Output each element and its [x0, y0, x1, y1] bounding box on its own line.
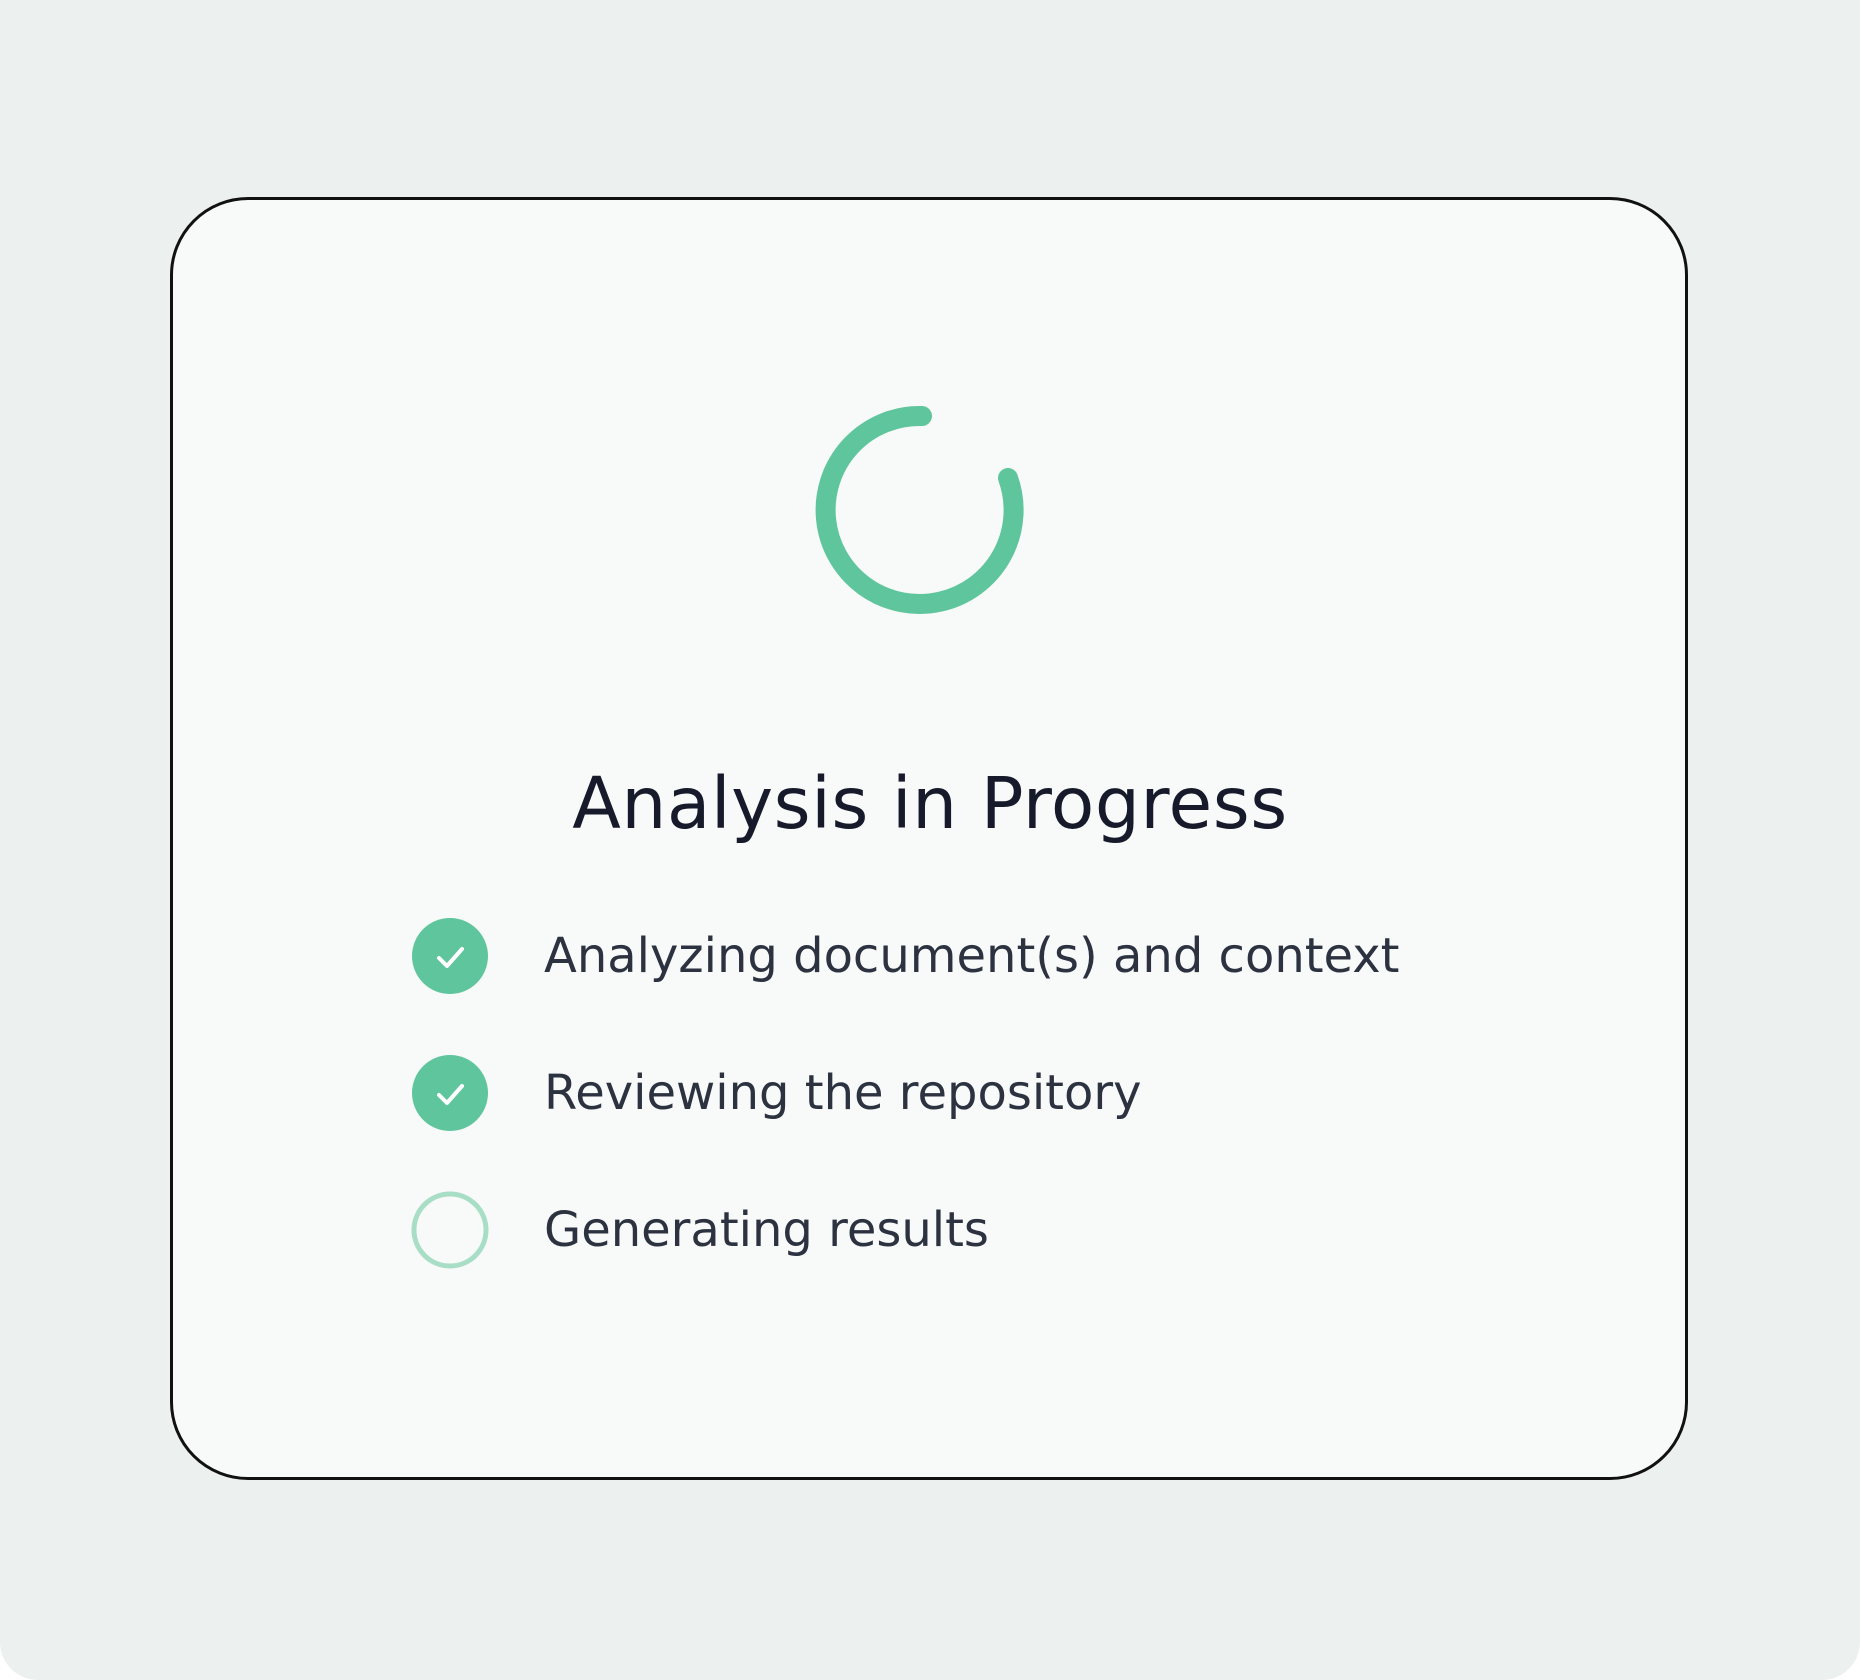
progress-step-generating-results: Generating results [410, 1191, 1399, 1269]
progress-step-analyzing-documents: Analyzing document(s) and context [410, 917, 1399, 995]
progress-step-label: Analyzing document(s) and context [544, 928, 1400, 984]
progress-step-label: Reviewing the repository [544, 1065, 1142, 1121]
progress-step-label: Generating results [544, 1202, 989, 1258]
empty-circle-icon [410, 1190, 490, 1270]
check-circle-icon [410, 1053, 490, 1133]
check-circle-icon [410, 916, 490, 996]
page-title: Analysis in Progress [572, 762, 1288, 845]
loading-spinner-icon [812, 400, 1032, 620]
progress-steps-list: Analyzing document(s) and context Review… [410, 917, 1399, 1328]
progress-step-reviewing-repository: Reviewing the repository [410, 1054, 1399, 1132]
